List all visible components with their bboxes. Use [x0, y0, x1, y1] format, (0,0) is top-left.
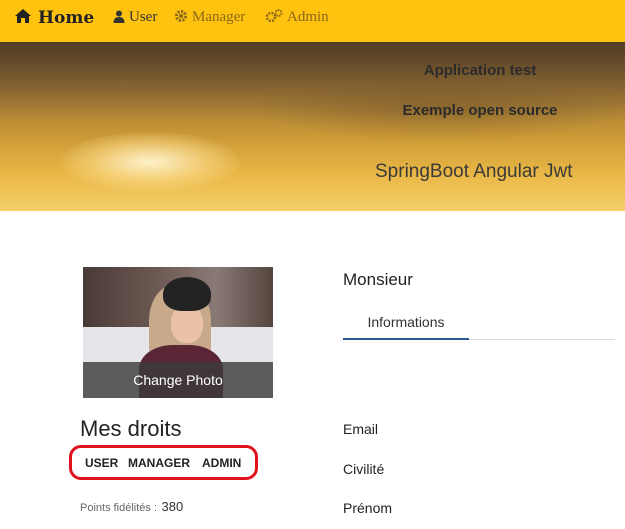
role-badge-user: USER: [85, 456, 119, 470]
field-label-civilite: Civilité: [343, 461, 385, 477]
change-photo-button[interactable]: Change Photo: [83, 362, 273, 398]
hero-sun-glow: [60, 132, 240, 192]
rights-title: Mes droits: [80, 416, 182, 441]
role-badge-admin: ADMIN: [202, 456, 242, 470]
user-icon: [113, 8, 125, 27]
gear-icon: [174, 8, 188, 27]
nav-manager-label: Manager: [192, 8, 246, 25]
top-navbar: Home User Manager Admin: [0, 0, 625, 42]
hero-banner: Application test Exemple open source Spr…: [0, 42, 625, 211]
tab-informations-label: Informations: [367, 313, 445, 330]
home-icon: [14, 8, 32, 28]
hero-tagline: SpringBoot Angular Jwt: [375, 161, 573, 182]
gears-icon: [265, 8, 283, 27]
change-photo-label: Change Photo: [133, 372, 223, 388]
profile-photo: Change Photo: [83, 267, 273, 398]
nav-user-label: User: [129, 8, 158, 25]
hero-title: Application test: [423, 62, 537, 79]
tab-informations[interactable]: Informations: [343, 305, 469, 340]
salutation-heading: Monsieur: [343, 270, 413, 289]
loyalty-points: Points fidélités : 380: [80, 498, 183, 516]
nav-admin-label: Admin: [287, 8, 329, 25]
home-link[interactable]: Home: [14, 7, 94, 29]
field-label-prenom: Prénom: [343, 500, 393, 516]
field-label-email: Email: [343, 421, 379, 437]
photo-hat: [163, 277, 211, 311]
points-value: 380: [161, 499, 184, 514]
hero-subtitle: Exemple open source: [402, 102, 558, 119]
home-label: Home: [38, 8, 95, 28]
role-badge-manager: MANAGER: [128, 456, 190, 470]
nav-manager-link[interactable]: Manager: [174, 8, 245, 26]
nav-user-link[interactable]: User: [113, 8, 157, 26]
nav-admin-link[interactable]: Admin: [265, 8, 329, 26]
points-label: Points fidélités :: [80, 502, 158, 514]
